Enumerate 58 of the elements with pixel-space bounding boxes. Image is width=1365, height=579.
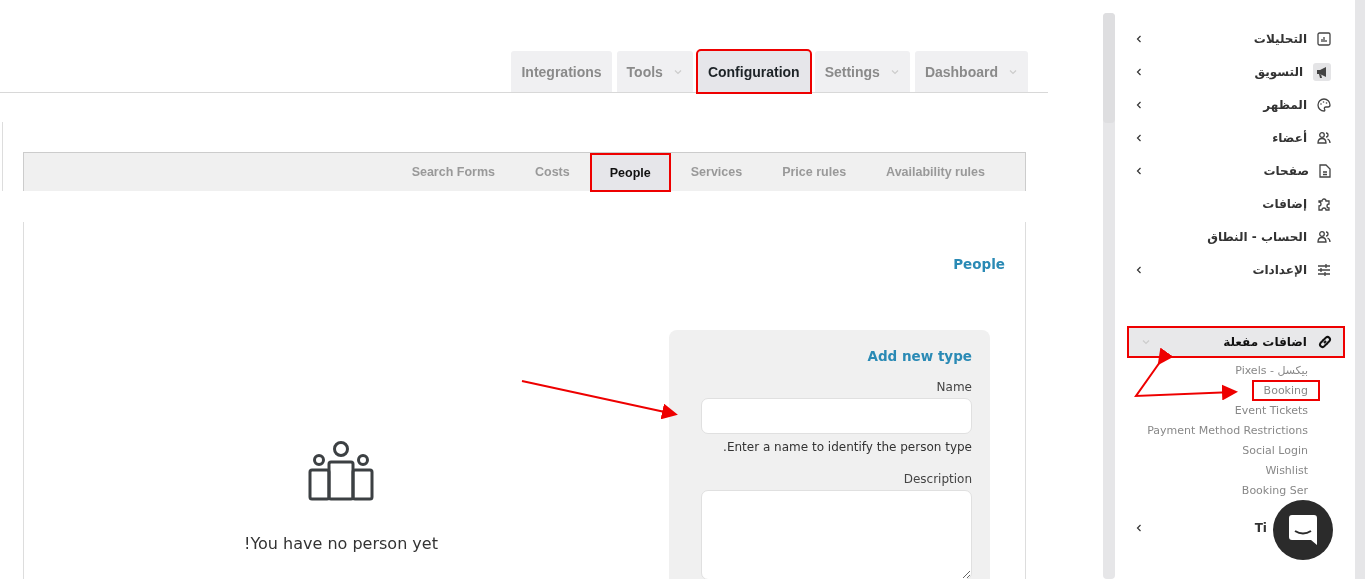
sidebar-item[interactable]: Ti xyxy=(1115,511,1355,544)
name-field[interactable] xyxy=(701,398,972,434)
scrollbar[interactable] xyxy=(1355,0,1365,579)
sub-tab[interactable]: Availability rules xyxy=(866,153,1005,191)
chevron-left-icon xyxy=(1135,264,1143,275)
document-icon xyxy=(1319,163,1331,178)
help-text: .Enter a name to identify the person type xyxy=(723,440,972,454)
sidebar-item[interactable]: أعضاء xyxy=(1115,121,1355,154)
people-icon xyxy=(1317,229,1331,244)
chat-button[interactable] xyxy=(1273,500,1333,560)
scrollbar[interactable] xyxy=(1103,13,1115,579)
megaphone-icon xyxy=(1313,62,1331,81)
nav-tab[interactable]: Tools xyxy=(616,51,693,92)
sub-tab[interactable]: Search Forms xyxy=(391,153,515,191)
sub-tab[interactable]: Price rules xyxy=(762,153,867,191)
nav-tab[interactable]: Dashboard xyxy=(914,51,1028,92)
submenu-item[interactable]: Payment Method Restrictions xyxy=(1137,422,1318,439)
description-field[interactable] xyxy=(701,490,972,579)
link-icon xyxy=(1317,334,1333,350)
chart-icon xyxy=(1317,31,1331,46)
chevron-left-icon xyxy=(1135,132,1143,143)
sidebar-item[interactable]: إضافات xyxy=(1115,187,1355,220)
sidebar-item[interactable]: التسويق xyxy=(1115,55,1355,88)
submenu-item[interactable]: Event Tickets xyxy=(1224,402,1318,419)
field-label: Description xyxy=(903,472,972,486)
submenu-item[interactable]: Wishlist xyxy=(1255,462,1318,479)
submenu-item[interactable]: Social Login xyxy=(1232,442,1318,459)
chevron-down-icon xyxy=(1141,337,1151,347)
people-group-icon xyxy=(307,440,374,502)
sidebar-item[interactable]: الحساب - النطاق xyxy=(1115,220,1355,253)
nav-tab[interactable]: Configuration xyxy=(697,51,810,92)
nav-tab[interactable]: Settings xyxy=(814,51,910,92)
chevron-left-icon xyxy=(1135,33,1143,44)
people-icon xyxy=(1317,130,1331,145)
chevron-left-icon xyxy=(1135,99,1143,110)
submenu-item[interactable]: Booking xyxy=(1253,382,1318,399)
field-label: Name xyxy=(936,380,972,394)
chevron-left-icon xyxy=(1135,165,1143,176)
section-title: People xyxy=(953,256,1005,272)
sidebar-item[interactable]: الإعدادات xyxy=(1115,253,1355,286)
sidebar-item[interactable]: التحليلات xyxy=(1115,22,1355,55)
submenu-item[interactable]: بيكسل - Pixels xyxy=(1225,362,1318,379)
puzzle-icon xyxy=(1317,196,1331,211)
empty-message: !You have no person yet xyxy=(244,534,438,553)
chevron-left-icon xyxy=(1135,66,1143,77)
sub-tab[interactable]: Costs xyxy=(515,153,590,191)
sidebar-item[interactable]: صفحات xyxy=(1115,154,1355,187)
submenu-item[interactable]: Booking Ser xyxy=(1231,482,1318,499)
chevron-left-icon xyxy=(1135,522,1143,533)
sub-tab[interactable]: Services xyxy=(670,153,763,191)
sliders-icon xyxy=(1317,262,1331,277)
sidebar-group[interactable]: اضافات مفعلة xyxy=(1127,326,1345,358)
sub-tab[interactable]: People xyxy=(589,153,671,192)
form-title: Add new type xyxy=(867,348,972,364)
nav-tab[interactable]: Integrations xyxy=(511,51,612,92)
chat-icon xyxy=(1289,515,1317,545)
sidebar-item[interactable]: المظهر xyxy=(1115,88,1355,121)
palette-icon xyxy=(1317,97,1331,112)
